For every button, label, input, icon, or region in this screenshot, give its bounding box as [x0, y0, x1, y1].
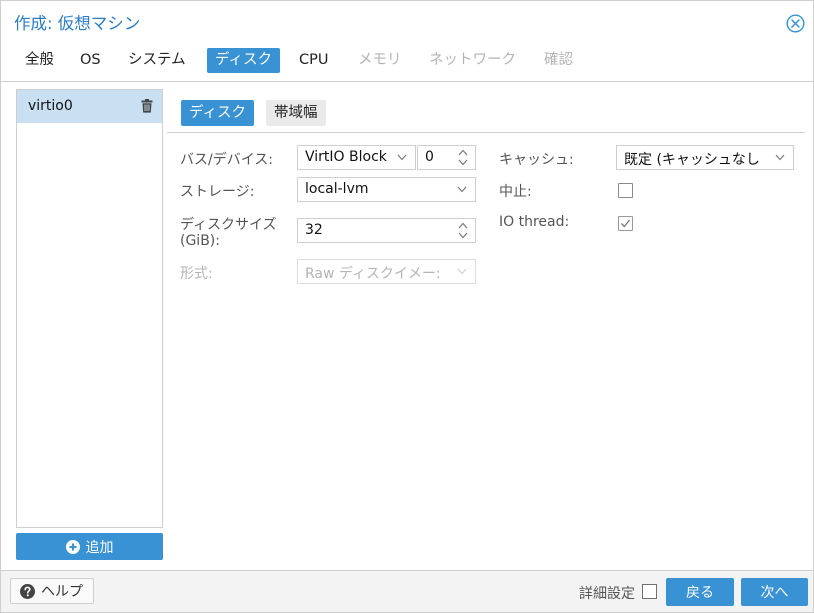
device-index-stepper[interactable]: 0 [417, 145, 476, 170]
checkmark-icon [621, 219, 631, 228]
dialog-title: 作成: 仮想マシン [14, 14, 141, 33]
tab-memory: メモリ [358, 52, 402, 68]
back-button[interactable]: 戻る [666, 578, 734, 606]
storage-select[interactable]: local-lvm [297, 177, 476, 202]
spinner-arrows-icon[interactable] [458, 222, 468, 239]
add-disk-button[interactable]: 追加 [16, 533, 163, 560]
chevron-down-icon [397, 154, 407, 161]
tab-disk[interactable]: ディスク [207, 48, 280, 73]
close-icon[interactable] [786, 14, 805, 33]
subtab-bandwidth[interactable]: 帯域幅 [266, 100, 326, 126]
bus-device-label: バス/デバイス: [180, 152, 274, 168]
bus-select[interactable]: VirtIO Block [297, 145, 416, 170]
plus-circle-icon [65, 539, 80, 554]
disk-list-panel: virtio0 [16, 89, 163, 528]
add-disk-label: 追加 [85, 539, 114, 556]
help-label: ヘルプ [41, 584, 83, 600]
io-thread-checkbox[interactable] [618, 216, 633, 231]
disk-subtab-bar: ディスク 帯域幅 [167, 97, 805, 133]
chevron-down-icon [775, 154, 785, 161]
tab-system[interactable]: システム [120, 48, 194, 73]
disk-size-value: 32 [305, 222, 323, 238]
advanced-settings-checkbox[interactable] [642, 584, 657, 599]
disk-size-unit-label: (GiB): [180, 233, 220, 249]
wizard-tab-bar: 全般 OS システム ディスク CPU メモリ ネットワーク 確認 [1, 46, 813, 82]
cache-select-value: 既定 (キャッシュなし [624, 152, 760, 168]
question-circle-icon [20, 583, 35, 599]
tab-cpu[interactable]: CPU [291, 48, 336, 73]
trash-icon[interactable] [141, 99, 153, 113]
storage-label: ストレージ: [180, 184, 255, 200]
next-button[interactable]: 次へ [741, 578, 808, 606]
disk-list-item-virtio0[interactable]: virtio0 [17, 90, 162, 123]
chevron-down-icon [457, 186, 467, 193]
advanced-settings-label: 詳細設定 [579, 586, 635, 602]
disk-size-input[interactable]: 32 [297, 218, 476, 243]
create-vm-dialog: 作成: 仮想マシン 全般 OS システム ディスク CPU メモリ ネットワーク… [0, 0, 814, 613]
chevron-down-icon [457, 268, 467, 275]
storage-select-value: local-lvm [305, 181, 369, 197]
discard-label: 中止: [499, 184, 532, 200]
device-index-value: 0 [425, 149, 434, 165]
tab-general[interactable]: 全般 [17, 48, 62, 73]
disk-size-label: ディスクサイズ [180, 217, 277, 233]
disk-list-item-label: virtio0 [28, 98, 73, 114]
format-label: 形式: [180, 266, 213, 282]
io-thread-label: IO thread: [499, 214, 570, 230]
tab-network: ネットワーク [429, 52, 516, 68]
help-button[interactable]: ヘルプ [10, 578, 94, 604]
bus-select-value: VirtIO Block [305, 149, 387, 165]
spinner-arrows-icon[interactable] [458, 149, 468, 166]
dialog-footer: ヘルプ 詳細設定 戻る 次へ [1, 570, 813, 612]
subtab-disk[interactable]: ディスク [181, 100, 254, 126]
format-select: Raw ディスクイメー: [297, 259, 476, 284]
tab-confirm: 確認 [544, 52, 573, 68]
cache-select[interactable]: 既定 (キャッシュなし [616, 145, 794, 170]
tab-os[interactable]: OS [72, 48, 109, 73]
cache-label: キャッシュ: [499, 152, 574, 168]
format-select-value: Raw ディスクイメー: [305, 266, 441, 282]
discard-checkbox[interactable] [618, 183, 633, 198]
